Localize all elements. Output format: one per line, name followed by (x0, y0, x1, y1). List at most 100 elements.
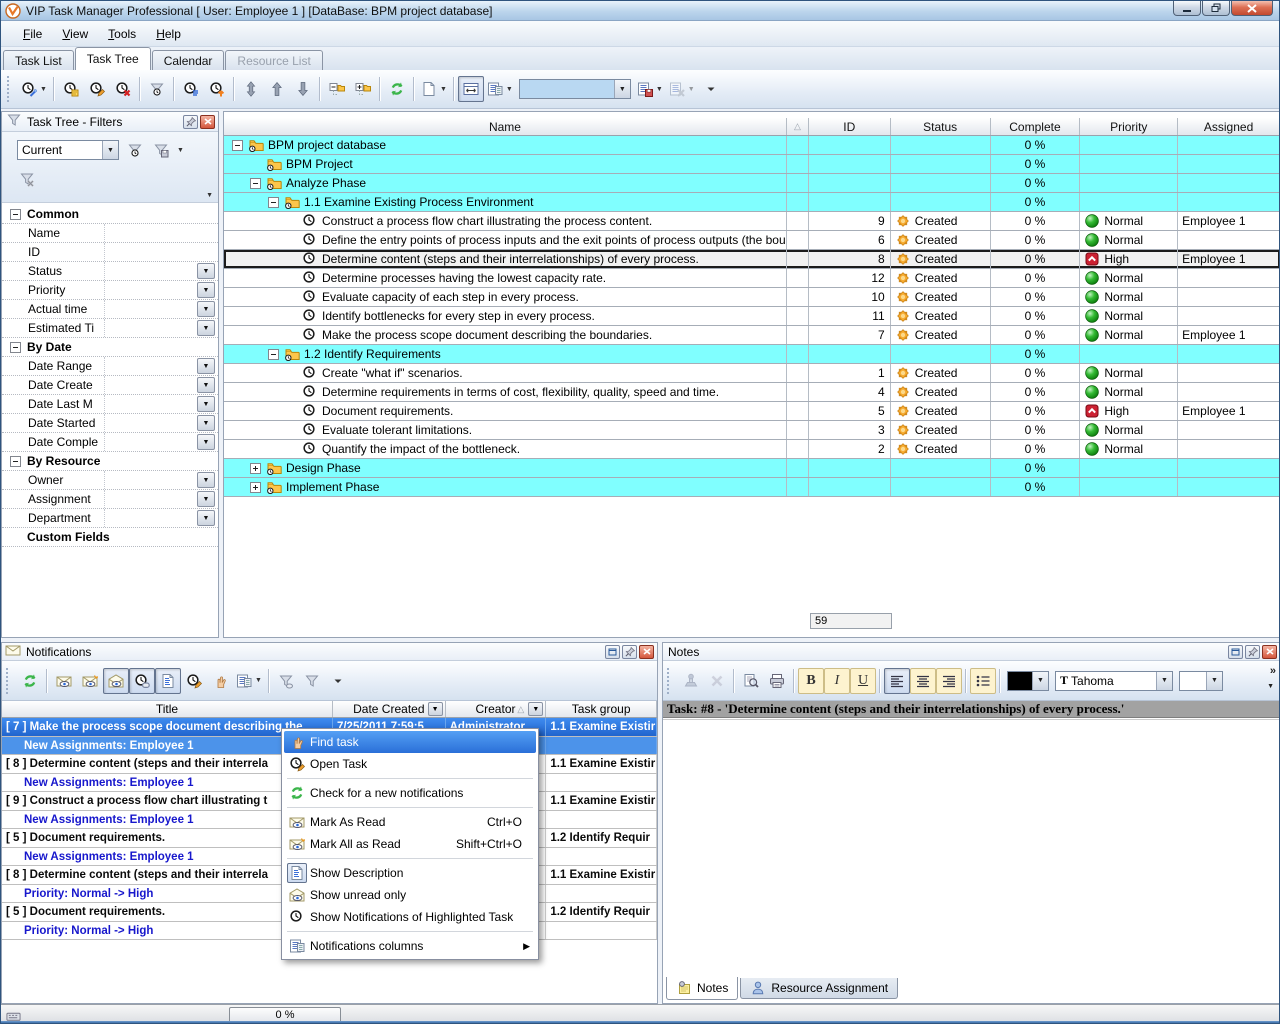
chevron-down-icon[interactable]: ▼ (1032, 672, 1048, 690)
close-icon[interactable] (639, 645, 654, 659)
task-group-row[interactable]: 1.2 Identify Requirements0 % (224, 345, 1280, 364)
expand-icon[interactable] (250, 482, 261, 493)
column-header-date-created[interactable]: Date Created▼ (333, 701, 446, 717)
apply-filter-button[interactable] (122, 137, 148, 163)
chevron-down-icon[interactable]: ▼ (197, 510, 215, 526)
collapse-icon[interactable] (232, 140, 243, 151)
close-button[interactable] (1231, 1, 1273, 16)
menu-item-show-description[interactable]: Show Description (284, 862, 536, 884)
task-group-row[interactable]: Design Phase0 % (224, 459, 1280, 478)
filter-field-name[interactable]: Name (2, 224, 218, 243)
align-right-button[interactable] (936, 668, 962, 694)
task-group-row[interactable]: 1.1 Examine Existing Process Environment… (224, 193, 1280, 212)
notes-editor[interactable] (663, 719, 1280, 977)
collapse-icon[interactable] (268, 197, 279, 208)
toolbar-overflow-icon[interactable]: » (1270, 665, 1276, 677)
dropdown-caret-icon[interactable]: ▼ (177, 147, 184, 154)
chevron-down-icon[interactable]: ▼ (197, 282, 215, 298)
collapse-icon[interactable] (250, 178, 261, 189)
menu-item-help[interactable]: Help (146, 23, 191, 45)
underline-button[interactable]: U (850, 668, 876, 694)
restore-panel-icon[interactable] (605, 645, 620, 659)
menu-item-notifications-columns[interactable]: Notifications columns▶ (284, 935, 536, 957)
chevron-down-icon[interactable]: ▼ (197, 434, 215, 450)
chevron-down-icon[interactable]: ▼ (1156, 672, 1172, 690)
collapse-box-icon[interactable] (10, 342, 21, 353)
menu-item-show-unread-only[interactable]: Show unread only (284, 884, 536, 906)
duplicate-task-button[interactable] (58, 76, 84, 102)
minimize-button[interactable] (1173, 1, 1201, 16)
collapse-box-icon[interactable] (10, 209, 21, 220)
chevron-down-icon[interactable]: ▼ (197, 377, 215, 393)
menu-item-mark-as-read[interactable]: Mark As ReadCtrl+O (284, 811, 536, 833)
column-header-name[interactable]: Name (224, 118, 787, 135)
task-notes-button[interactable] (178, 76, 204, 102)
filter-field-assignment[interactable]: Assignment▼ (2, 490, 218, 509)
mark-read-button[interactable] (51, 668, 77, 694)
tab-calendar[interactable]: Calendar (152, 50, 225, 70)
filter-dropdown-icon[interactable]: ▼ (528, 702, 543, 716)
task-row[interactable]: Evaluate tolerant limitations.3Created0 … (224, 421, 1280, 440)
text-color-picker[interactable]: ▼ (1007, 671, 1049, 691)
filter-field-owner[interactable]: Owner▼ (2, 471, 218, 490)
move-up-button[interactable] (264, 76, 290, 102)
align-center-button[interactable] (910, 668, 936, 694)
column-header-id[interactable]: ID (809, 118, 891, 135)
filter-tasks-button[interactable] (144, 76, 170, 102)
show-unread-toggle[interactable] (103, 668, 129, 694)
tab-resource-assignment[interactable]: Resource Assignment (740, 978, 898, 999)
filter-field-estimated-ti[interactable]: Estimated Ti▼ (2, 319, 218, 338)
column-header-assigned[interactable]: Assigned (1178, 118, 1280, 135)
fit-columns-button[interactable] (458, 76, 484, 102)
close-icon[interactable] (1262, 645, 1277, 659)
column-header-task-group[interactable]: Task group (546, 701, 657, 717)
tab-notes[interactable]: Notes (666, 977, 738, 1000)
delete-task-button[interactable] (110, 76, 136, 102)
save-layout-button[interactable]: ▼ (634, 76, 666, 102)
filter-section-by-resource[interactable]: By Resource (2, 452, 218, 471)
chevron-down-icon[interactable]: ▼ (197, 415, 215, 431)
menu-item-mark-all-as-read[interactable]: Mark All as ReadShift+Ctrl+O (284, 833, 536, 855)
column-header-status[interactable]: Status (891, 118, 991, 135)
refresh-button[interactable] (384, 76, 410, 102)
edit-task-button[interactable] (181, 668, 207, 694)
check-notifications-button[interactable] (17, 668, 43, 694)
task-row[interactable]: Make the process scope document describi… (224, 326, 1280, 345)
column-header-priority[interactable]: Priority (1080, 118, 1178, 135)
column-header-title[interactable]: Title (2, 701, 333, 717)
chevron-down-icon[interactable]: ▼ (197, 358, 215, 374)
toolbar-grip-handle[interactable] (6, 668, 12, 694)
filter-button[interactable] (299, 668, 325, 694)
filter-preset-select[interactable]: Current ▼ (17, 140, 119, 160)
menu-item-view[interactable]: View (52, 23, 98, 45)
show-description-toggle[interactable] (155, 668, 181, 694)
apply-filter-button[interactable] (273, 668, 299, 694)
collapse-icon[interactable] (268, 349, 279, 360)
chevron-down-icon[interactable]: ▼ (197, 472, 215, 488)
font-size-select[interactable]: ▼ (1179, 671, 1223, 691)
collapse-box-icon[interactable] (10, 456, 21, 467)
chevron-down-icon[interactable]: ▼ (102, 141, 118, 159)
italic-button[interactable]: I (824, 668, 850, 694)
print-button[interactable] (764, 668, 790, 694)
notification-columns-button[interactable]: ▼ (233, 668, 265, 694)
toolbar-overflow-button[interactable] (698, 76, 724, 102)
bullet-list-button[interactable] (970, 668, 996, 694)
chevron-down-icon[interactable]: ▼ (197, 263, 215, 279)
task-row[interactable]: Evaluate capacity of each step in every … (224, 288, 1280, 307)
task-group-row[interactable]: BPM Project0 % (224, 155, 1280, 174)
column-header-sort[interactable]: △ (787, 118, 809, 135)
chevron-down-icon[interactable]: ▼ (614, 80, 630, 98)
task-row[interactable]: Determine requirements in terms of cost,… (224, 383, 1280, 402)
menu-item-find-task[interactable]: Find task (284, 731, 536, 753)
toolbar-overflow-button[interactable]: ▼ (206, 192, 213, 199)
filter-section-custom-fields[interactable]: Custom Fields (2, 528, 218, 547)
restore-button[interactable] (1202, 1, 1230, 16)
font-family-select[interactable]: TTahoma▼ (1055, 671, 1173, 691)
menu-item-check-for-a-new-notifications[interactable]: Check for a new notifications (284, 782, 536, 804)
filter-field-status[interactable]: Status▼ (2, 262, 218, 281)
filter-section-by-date[interactable]: By Date (2, 338, 218, 357)
tab-task-list[interactable]: Task List (3, 50, 74, 70)
menu-item-tools[interactable]: Tools (98, 23, 146, 45)
task-group-row[interactable]: Analyze Phase0 % (224, 174, 1280, 193)
